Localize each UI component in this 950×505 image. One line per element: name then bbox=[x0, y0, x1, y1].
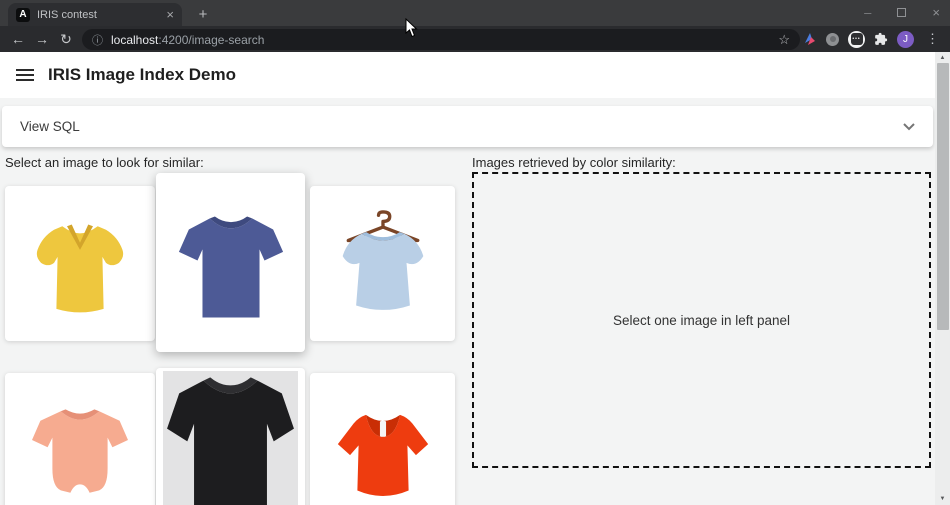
blocker-extension-icon[interactable]: ••• bbox=[848, 31, 865, 48]
page-scrollbar[interactable]: ▲ ▼ bbox=[935, 52, 950, 505]
mouse-cursor bbox=[405, 18, 419, 38]
right-panel-label: Images retrieved by color similarity: bbox=[472, 155, 676, 170]
gray-extension-icon[interactable] bbox=[826, 33, 839, 46]
browser-menu-icon[interactable]: ⋮ bbox=[923, 31, 942, 47]
spark-extension-icon[interactable] bbox=[803, 32, 817, 46]
chevron-down-icon bbox=[903, 123, 915, 131]
scrollbar-down-icon[interactable]: ▼ bbox=[935, 496, 950, 502]
left-panel-label: Select an image to look for similar: bbox=[5, 155, 204, 170]
profile-avatar[interactable]: J bbox=[897, 31, 914, 48]
extensions-cluster: ••• J ⋮ bbox=[803, 26, 942, 52]
page-content: IRIS Image Index Demo View SQL Select an… bbox=[0, 52, 935, 505]
browser-tab[interactable]: A IRIS contest × bbox=[8, 3, 182, 26]
blue-tshirt-image bbox=[169, 188, 293, 338]
scrollbar-up-icon[interactable]: ▲ bbox=[935, 55, 950, 61]
app-header: IRIS Image Index Demo bbox=[0, 52, 935, 98]
yellow-tshirt-image bbox=[21, 205, 139, 323]
bookmark-star-icon[interactable]: ☆ bbox=[778, 32, 790, 48]
product-card-peach-onesie[interactable] bbox=[5, 373, 155, 505]
page-title: IRIS Image Index Demo bbox=[48, 65, 236, 85]
close-window-icon[interactable]: × bbox=[932, 5, 940, 20]
scrollbar-thumb[interactable] bbox=[937, 63, 949, 330]
forward-icon[interactable]: → bbox=[30, 31, 54, 47]
results-empty-message: Select one image in left panel bbox=[613, 313, 790, 328]
product-card-yellow-tshirt[interactable] bbox=[5, 186, 155, 341]
tab-close-icon[interactable]: × bbox=[166, 8, 174, 21]
window-controls: – × bbox=[864, 0, 940, 24]
orange-crop-top-image bbox=[322, 385, 444, 505]
browser-tab-strip: A IRIS contest × + – × bbox=[0, 0, 950, 26]
product-card-blue-tshirt[interactable] bbox=[156, 173, 305, 352]
product-card-orange-crop-top[interactable] bbox=[310, 373, 455, 505]
extensions-puzzle-icon[interactable] bbox=[874, 32, 888, 46]
url-host: localhost bbox=[111, 33, 158, 47]
results-dropzone: Select one image in left panel bbox=[472, 172, 931, 468]
url-path: :4200/image-search bbox=[158, 33, 264, 47]
hamburger-menu-icon[interactable] bbox=[16, 69, 34, 81]
peach-onesie-image bbox=[20, 387, 140, 505]
site-info-icon[interactable]: ⓘ bbox=[92, 32, 103, 48]
maximize-icon[interactable] bbox=[897, 8, 906, 17]
minimize-icon[interactable]: – bbox=[864, 5, 871, 20]
product-card-black-tshirt[interactable] bbox=[156, 368, 305, 505]
address-bar[interactable]: ⓘ localhost:4200/image-search ☆ bbox=[82, 29, 800, 50]
product-card-lightblue-blouse[interactable] bbox=[310, 186, 455, 341]
tab-favicon-icon: A bbox=[16, 8, 30, 22]
new-tab-button[interactable]: + bbox=[192, 4, 214, 24]
view-sql-label: View SQL bbox=[20, 119, 80, 134]
black-tshirt-image bbox=[163, 371, 298, 505]
view-sql-expansion-panel[interactable]: View SQL bbox=[2, 106, 933, 147]
browser-toolbar: ← → ↻ ⓘ localhost:4200/image-search ☆ ••… bbox=[0, 26, 950, 52]
back-icon[interactable]: ← bbox=[6, 31, 30, 47]
reload-icon[interactable]: ↻ bbox=[54, 31, 78, 48]
lightblue-blouse-image bbox=[327, 203, 439, 325]
tab-title: IRIS contest bbox=[37, 9, 159, 21]
